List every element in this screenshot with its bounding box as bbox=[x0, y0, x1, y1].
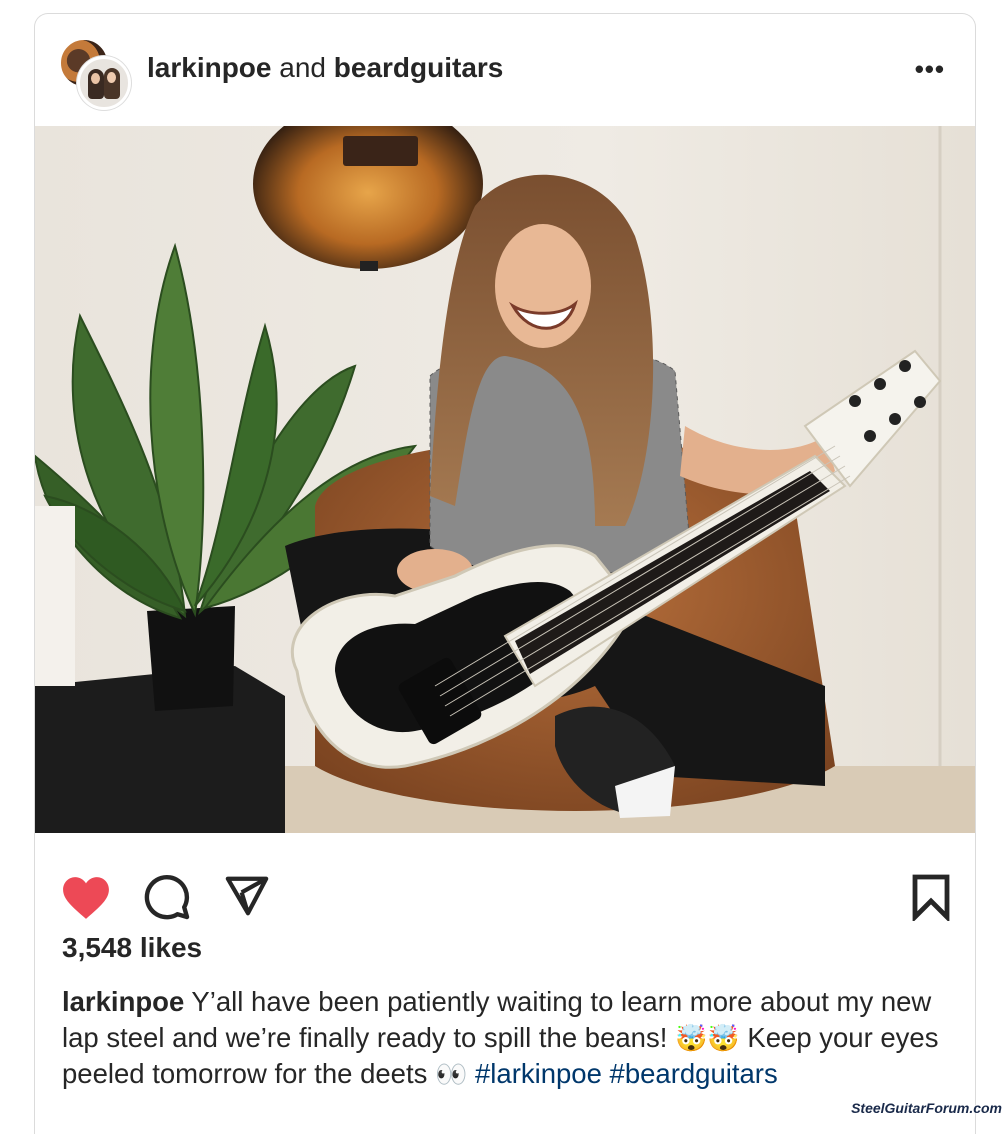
mind-blown-emoji: 🤯🤯 bbox=[675, 1023, 740, 1053]
author-link-beardguitars[interactable]: beardguitars bbox=[334, 52, 504, 83]
eyes-emoji: 👀 bbox=[434, 1059, 468, 1089]
hashtag-larkinpoe[interactable]: #larkinpoe bbox=[475, 1058, 602, 1089]
post-caption: larkinpoe Y’all have been patiently wait… bbox=[62, 984, 952, 1092]
post-actions-bar bbox=[35, 833, 975, 933]
post-authors: larkinpoe and beardguitars bbox=[147, 51, 503, 85]
comment-bubble-icon[interactable] bbox=[143, 873, 191, 921]
heart-filled-icon[interactable] bbox=[61, 875, 111, 921]
likes-count[interactable]: 3,548 likes bbox=[62, 932, 202, 964]
bookmark-icon[interactable] bbox=[909, 873, 953, 921]
more-options-icon[interactable]: ••• bbox=[915, 54, 945, 85]
authors-joiner: and bbox=[279, 52, 326, 83]
author-link-larkinpoe[interactable]: larkinpoe bbox=[147, 52, 271, 83]
caption-username[interactable]: larkinpoe bbox=[62, 986, 184, 1017]
post-header: larkinpoe and beardguitars ••• bbox=[35, 14, 975, 126]
instagram-post: larkinpoe and beardguitars ••• 3,548 lik… bbox=[34, 13, 976, 1134]
collab-avatar-front[interactable] bbox=[77, 56, 131, 110]
hashtag-beardguitars[interactable]: #beardguitars bbox=[610, 1058, 778, 1089]
post-photo[interactable] bbox=[35, 126, 975, 833]
paper-plane-icon[interactable] bbox=[223, 873, 271, 919]
site-watermark: SteelGuitarForum.com bbox=[851, 1100, 1002, 1116]
